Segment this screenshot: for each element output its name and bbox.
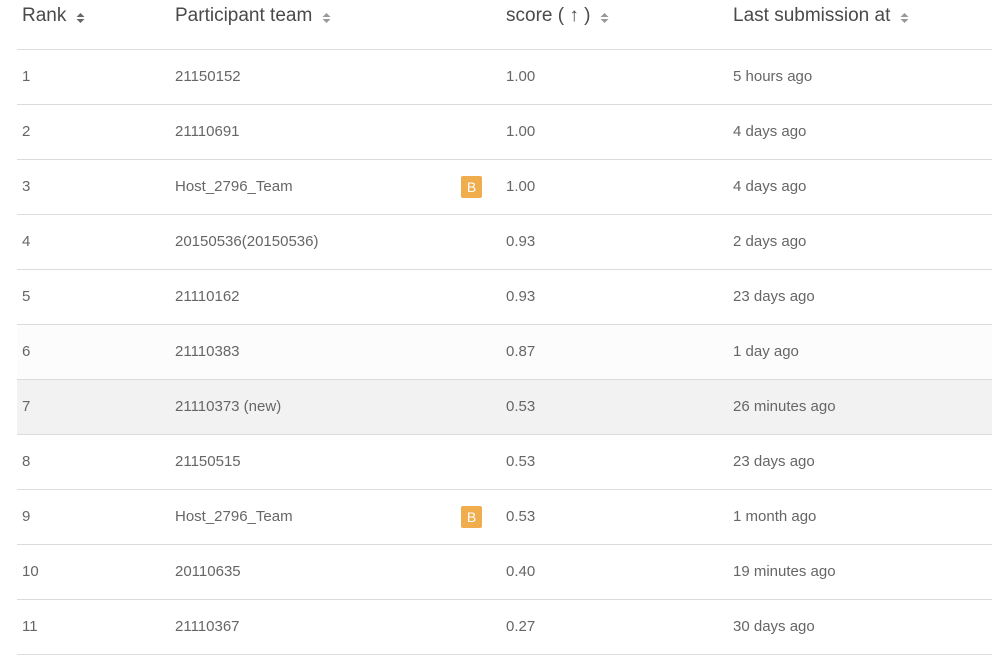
rank-cell: 1 xyxy=(22,68,31,85)
score-cell: 0.53 xyxy=(506,508,536,525)
table-row: 3 Host_2796_Team B 1.00 4 days ago xyxy=(17,160,992,215)
last-submission-cell: 5 hours ago xyxy=(733,68,813,85)
rank-cell: 9 xyxy=(22,508,31,525)
last-submission-cell: 26 minutes ago xyxy=(733,398,836,415)
last-submission-column-header[interactable]: Last submission at xyxy=(733,5,910,27)
rank-cell: 4 xyxy=(22,233,31,250)
last-submission-cell: 23 days ago xyxy=(733,288,815,305)
score-cell: 0.93 xyxy=(506,288,536,305)
rank-cell: 6 xyxy=(22,343,31,360)
rank-cell: 7 xyxy=(22,398,31,415)
team-cell: 21110373 (new) xyxy=(175,398,282,415)
score-cell: 1.00 xyxy=(506,68,536,85)
table-row: 10 20110635 0.40 19 minutes ago xyxy=(17,545,992,600)
last-submission-cell: 1 month ago xyxy=(733,508,817,525)
table-row: 4 20150536(20150536) 0.93 2 days ago xyxy=(17,215,992,270)
sort-icon[interactable] xyxy=(76,12,86,24)
team-cell: 20110635 xyxy=(175,563,241,580)
baseline-badge: B xyxy=(461,506,482,528)
team-cell: 20150536(20150536) xyxy=(175,233,319,250)
team-cell: 21150152 xyxy=(175,68,241,85)
team-cell: Host_2796_Team xyxy=(175,178,293,195)
table-row-highlighted: 7 21110373 (new) 0.53 26 minutes ago xyxy=(17,380,992,435)
last-submission-cell: 30 days ago xyxy=(733,618,815,635)
score-column-header[interactable]: score ( ↑ ) xyxy=(506,5,610,27)
score-header-label: score ( ↑ ) xyxy=(506,5,591,26)
last-submission-cell: 2 days ago xyxy=(733,233,807,250)
table-body: 1 21150152 1.00 5 hours ago 2 21110691 1… xyxy=(17,50,992,655)
last-submission-cell: 4 days ago xyxy=(733,178,807,195)
last-submission-cell: 19 minutes ago xyxy=(733,563,836,580)
rank-column-header[interactable]: Rank xyxy=(22,5,86,27)
score-cell: 0.27 xyxy=(506,618,536,635)
rank-cell: 3 xyxy=(22,178,31,195)
table-row: 5 21110162 0.93 23 days ago xyxy=(17,270,992,325)
rank-cell: 11 xyxy=(22,618,38,635)
table-row: 6 21110383 0.87 1 day ago xyxy=(17,325,992,380)
score-cell: 0.53 xyxy=(506,453,536,470)
rank-cell: 2 xyxy=(22,123,31,140)
team-column-header[interactable]: Participant team xyxy=(175,5,332,27)
last-submission-cell: 1 day ago xyxy=(733,343,799,360)
table-row: 9 Host_2796_Team B 0.53 1 month ago xyxy=(17,490,992,545)
team-cell: 21150515 xyxy=(175,453,241,470)
sort-icon[interactable] xyxy=(600,12,610,24)
sort-icon[interactable] xyxy=(322,12,332,24)
baseline-badge: B xyxy=(461,176,482,198)
sort-icon[interactable] xyxy=(900,12,910,24)
score-cell: 1.00 xyxy=(506,178,536,195)
score-cell: 0.40 xyxy=(506,563,536,580)
rank-cell: 10 xyxy=(22,563,39,580)
last-submission-cell: 23 days ago xyxy=(733,453,815,470)
team-cell: 21110162 xyxy=(175,288,240,305)
leaderboard-table: Rank Participant team score ( ↑ ) Last s… xyxy=(17,0,992,655)
team-cell: 21110383 xyxy=(175,343,240,360)
rank-header-label: Rank xyxy=(22,5,67,26)
rank-cell: 8 xyxy=(22,453,31,470)
table-row: 1 21150152 1.00 5 hours ago xyxy=(17,50,992,105)
table-row: 11 21110367 0.27 30 days ago xyxy=(17,600,992,655)
last-submission-header-label: Last submission at xyxy=(733,5,891,26)
team-cell: 21110691 xyxy=(175,123,240,140)
score-cell: 1.00 xyxy=(506,123,536,140)
rank-cell: 5 xyxy=(22,288,31,305)
table-row: 8 21150515 0.53 23 days ago xyxy=(17,435,992,490)
team-header-label: Participant team xyxy=(175,5,313,26)
last-submission-cell: 4 days ago xyxy=(733,123,807,140)
team-cell: 21110367 xyxy=(175,618,240,635)
score-cell: 0.87 xyxy=(506,343,536,360)
table-row: 2 21110691 1.00 4 days ago xyxy=(17,105,992,160)
score-cell: 0.53 xyxy=(506,398,536,415)
team-cell: Host_2796_Team xyxy=(175,508,293,525)
score-cell: 0.93 xyxy=(506,233,536,250)
table-header: Rank Participant team score ( ↑ ) Last s… xyxy=(17,0,992,50)
